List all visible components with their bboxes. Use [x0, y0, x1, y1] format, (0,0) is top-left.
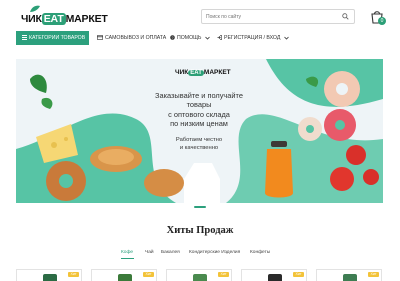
nav-pickup-link[interactable]: САМОВЫВОЗ И ОПЛАТА [97, 31, 166, 45]
promo-banner[interactable]: ЧИК ЕАТ МАРКЕТ Заказывайте и получайте тов… [16, 59, 383, 203]
search-box[interactable] [201, 9, 355, 24]
banner-illustration [16, 59, 383, 203]
tab-active-underline [121, 258, 134, 259]
svg-text:?: ? [172, 36, 174, 40]
nav-login-link[interactable]: РЕГИСТРАЦИЯ / ВХОД [217, 31, 291, 45]
logo-text: ЧИК ЕАТ МАРКЕТ [21, 13, 108, 25]
categories-label: КАТЕГОРИИ ТОВАРОВ [29, 35, 86, 41]
hit-badge: Хит [293, 272, 304, 277]
banner-subtext-line: Работаем честно [175, 137, 223, 143]
banner-headline-line: с оптового склада [168, 109, 230, 119]
help-icon: ? [170, 35, 175, 40]
banner-subtext: Работаем честно и качественно [139, 137, 259, 152]
product-image [268, 274, 282, 281]
banner-headline-line: по низким ценам [170, 118, 228, 128]
nav-login-label: РЕГИСТРАЦИЯ / ВХОД [224, 35, 281, 41]
hit-badge: Хит [68, 272, 79, 277]
hit-badge: Хит [218, 272, 229, 277]
tab-confectionery[interactable]: Кондитерские Изделия [189, 250, 240, 255]
cart-count-badge: 0 [378, 17, 386, 25]
site-logo[interactable]: ЧИК ЕАТ МАРКЕТ [21, 5, 108, 30]
tab-candies[interactable]: Конфеты [250, 250, 270, 255]
login-icon [217, 35, 222, 40]
categories-menu-button[interactable]: КАТЕГОРИИ ТОВАРОВ [16, 31, 94, 45]
product-card[interactable]: Хит [91, 269, 157, 281]
product-image [193, 274, 207, 281]
search-input[interactable] [206, 10, 336, 23]
product-card[interactable]: Хит [16, 269, 82, 281]
tab-grocery[interactable]: Бакалея [161, 250, 180, 255]
main-nav: КАТЕГОРИИ ТОВАРОВ САМОВЫВОЗ И ОПЛАТА ? ПО… [0, 31, 400, 45]
slider-indicator[interactable] [194, 206, 206, 208]
tab-tea[interactable]: Чай [145, 250, 154, 255]
product-image [43, 274, 57, 281]
product-image [118, 274, 132, 281]
card-icon [97, 35, 104, 41]
chevron-down-icon [88, 35, 94, 39]
product-card[interactable]: Хит [241, 269, 307, 281]
product-image [343, 274, 357, 281]
nav-help-link[interactable]: ? ПОМОЩЬ [170, 31, 212, 45]
banner-headline-line: Заказывайте и получайте [155, 91, 243, 100]
search-icon[interactable] [342, 13, 349, 20]
hit-badge: Хит [368, 272, 379, 277]
banner-logo: ЧИК ЕАТ МАРКЕТ [175, 69, 231, 76]
chevron-down-icon [284, 36, 289, 40]
menu-icon [22, 34, 27, 40]
hit-badge: Хит [143, 272, 154, 277]
banner-subtext-line: и качественно [179, 144, 219, 151]
product-card[interactable]: Хит [316, 269, 382, 281]
tab-coffee[interactable]: Кофе [121, 250, 133, 255]
banner-headline-line: товары [186, 100, 212, 110]
product-card[interactable]: Хит [166, 269, 232, 281]
section-title: Хиты Продаж [166, 225, 234, 236]
product-grid: Хит Хит Хит Хит Хит [16, 269, 384, 281]
nav-help-label: ПОМОЩЬ [177, 35, 202, 41]
nav-pickup-label: САМОВЫВОЗ И ОПЛАТА [105, 35, 167, 41]
banner-headline: Заказывайте и получайте товары с оптовог… [139, 91, 259, 128]
leaf-icon [30, 5, 40, 12]
chevron-down-icon [205, 36, 210, 40]
